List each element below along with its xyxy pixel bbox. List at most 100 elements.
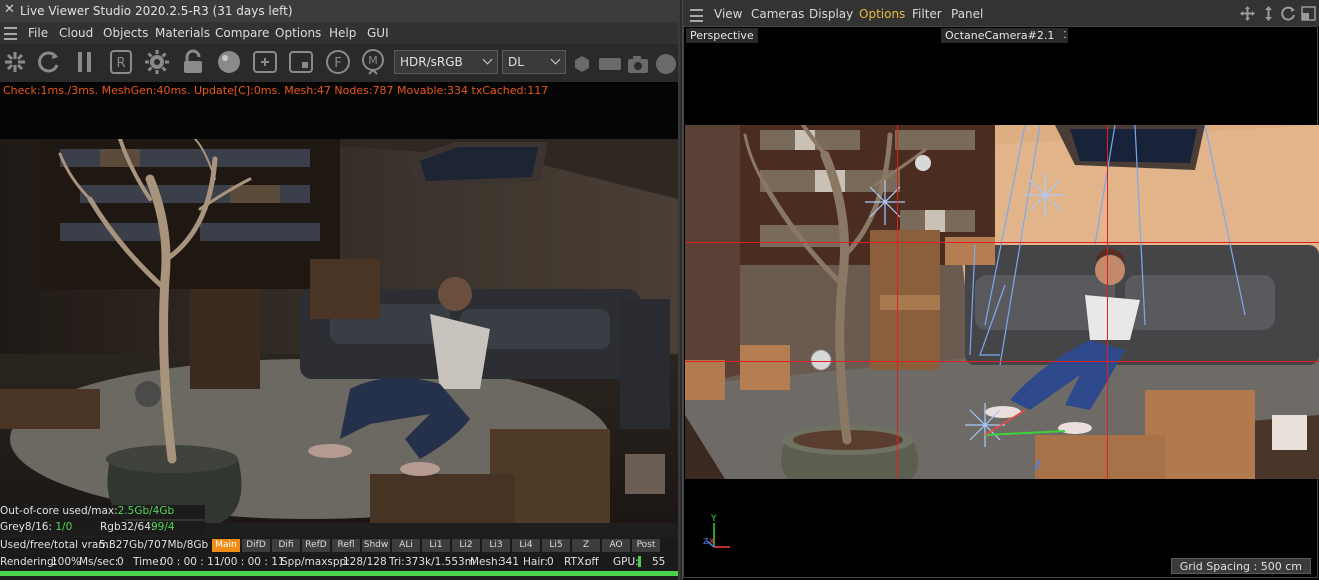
rendering-label: Rendering: [0, 556, 58, 568]
out-of-core-value: 2.5Gb/4Gb [117, 505, 175, 517]
menu-materials[interactable]: Materials [155, 26, 210, 40]
pass-button-refl[interactable]: Refl [332, 539, 360, 552]
maximize-view-icon[interactable] [1301, 6, 1316, 21]
vram-value: 5.827Gb/707Mb/8Gb [99, 539, 209, 551]
tri-value: 373k/1.553m [405, 556, 475, 568]
viewport-scene-render [685, 125, 1319, 479]
zoom-view-icon[interactable] [1261, 6, 1276, 21]
vp-menu-view[interactable]: View [714, 7, 742, 21]
gpu-value: 55 [652, 556, 666, 568]
clay-mode-icon[interactable] [288, 49, 314, 75]
pass-button-ao[interactable]: AO [602, 539, 630, 552]
window-title: Live Viewer Studio 2020.2.5-R3 (31 days … [20, 4, 293, 18]
refresh-icon[interactable] [36, 49, 62, 75]
vp-menu-cameras[interactable]: Cameras [751, 7, 804, 21]
pass-button-z[interactable]: Z [572, 539, 600, 552]
viewport-scene[interactable] [685, 125, 1319, 479]
add-region-icon[interactable] [252, 49, 278, 75]
axis-z-label: Z [703, 537, 709, 546]
texture-info: Grey8/16: 1/0 Rgb32/64: 99/4 [0, 521, 205, 535]
region-render-icon[interactable]: R [108, 49, 134, 75]
stats-line: Check:1ms./3ms. MeshGen:40ms. Update[C]:… [3, 84, 549, 97]
render-status-bar: Rendering: 100% Ms/sec: 0 Time: 00 : 00 … [0, 554, 678, 570]
rgb-value: 99/4 [151, 521, 175, 533]
menu-gui[interactable]: GUI [367, 26, 389, 40]
rect-icon[interactable] [598, 55, 622, 73]
hair-label: Hair: [523, 556, 548, 568]
hamburger-menu-icon[interactable] [690, 9, 703, 22]
lock-icon[interactable] [180, 49, 206, 75]
menu-compare[interactable]: Compare [215, 26, 269, 40]
rotate-view-icon[interactable] [1281, 6, 1296, 21]
grid-line-vertical [897, 125, 898, 479]
live-viewer-window: ✕ Live Viewer Studio 2020.2.5-R3 (31 day… [0, 0, 680, 580]
viewport-canvas[interactable]: Perspective OctaneCamera#2.1 ⁚ Y X Z Gri… [683, 26, 1319, 578]
live-viewer-titlebar: ✕ Live Viewer Studio 2020.2.5-R3 (31 day… [0, 0, 678, 23]
gpu-label: GPU: [613, 556, 639, 568]
menu-cloud[interactable]: Cloud [59, 26, 93, 40]
kernel-select[interactable]: DL [502, 50, 566, 74]
camera-name: OctaneCamera#2.1 [945, 29, 1055, 42]
camera-snapshot-icon[interactable] [627, 54, 649, 74]
svg-text:R: R [116, 56, 125, 71]
grid-spacing-indicator: Grid Spacing : 500 cm [1170, 558, 1311, 574]
vp-menu-panel[interactable]: Panel [951, 7, 983, 21]
settings-gear-icon[interactable] [144, 49, 170, 75]
rendered-scene [0, 139, 678, 523]
vp-menu-filter[interactable]: Filter [912, 7, 942, 21]
material-ball-icon[interactable] [216, 49, 242, 75]
viewport-panel: View Cameras Display Options Filter Pane… [682, 0, 1319, 580]
pass-button-post[interactable]: Post [632, 539, 660, 552]
pass-button-refd[interactable]: RefD [302, 539, 330, 552]
vp-menu-display[interactable]: Display [809, 7, 853, 21]
grid-spacing-text: Grid Spacing : 500 cm [1179, 560, 1302, 573]
pass-button-li2[interactable]: Li2 [452, 539, 480, 552]
out-of-core-label: Out-of-core used/max: [0, 505, 118, 517]
grid-line-horizontal [685, 242, 1319, 243]
pass-button-li1[interactable]: Li1 [422, 539, 450, 552]
hair-value: 0 [547, 556, 554, 568]
time-value: 00 : 00 : 11/00 : 00 : 11 [160, 556, 285, 568]
tonemap-select[interactable]: HDR/sRGB [394, 50, 498, 74]
hamburger-menu-icon[interactable] [4, 27, 17, 40]
pass-button-shdw[interactable]: Shdw [362, 539, 390, 552]
menu-options[interactable]: Options [275, 26, 321, 40]
close-icon[interactable]: ✕ [4, 2, 15, 17]
pass-button-difi[interactable]: Difi [272, 539, 300, 552]
menu-help[interactable]: Help [329, 26, 356, 40]
vp-menu-options[interactable]: Options [859, 7, 905, 21]
pause-icon[interactable] [72, 49, 98, 75]
svg-text:F: F [334, 56, 341, 71]
camera-label[interactable]: OctaneCamera#2.1 ⁚ [941, 28, 1069, 43]
mssec-label: Ms/sec: [79, 556, 119, 568]
chevron-down-icon [482, 54, 493, 65]
circle-icon[interactable] [655, 53, 677, 75]
pass-button-li5[interactable]: Li5 [542, 539, 570, 552]
gpu-meter [638, 556, 641, 567]
pass-button-li4[interactable]: Li4 [512, 539, 540, 552]
mssec-value: 0 [117, 556, 124, 568]
pass-button-main[interactable]: Main [212, 539, 240, 552]
rgb-label: Rgb32/64: [100, 521, 155, 533]
pin-send-icon[interactable] [2, 49, 28, 75]
tri-label: Tri: [389, 556, 405, 568]
marker-pin-icon[interactable]: M [360, 49, 386, 75]
spp-label: Spp/maxspp: [281, 556, 350, 568]
svg-text:M: M [368, 54, 378, 67]
move-view-icon[interactable] [1240, 6, 1255, 21]
grid-line-horizontal [685, 361, 1319, 362]
render-pass-bar: Used/free/total vram: 5.827Gb/707Mb/8Gb … [0, 538, 678, 553]
pass-button-ali[interactable]: ALi [392, 539, 420, 552]
view-mode-label[interactable]: Perspective [686, 28, 758, 43]
spp-value: 128/128 [343, 556, 387, 568]
film-f-icon[interactable]: F [325, 49, 351, 75]
sphere-icon[interactable] [573, 55, 591, 73]
mesh-value: 341 [499, 556, 520, 568]
pass-button-li3[interactable]: Li3 [482, 539, 510, 552]
menu-objects[interactable]: Objects [103, 26, 148, 40]
kernel-select-value: DL [508, 55, 524, 69]
menu-file[interactable]: File [28, 26, 48, 40]
live-viewer-menubar: File Cloud Objects Materials Compare Opt… [0, 22, 678, 44]
tonemap-select-value: HDR/sRGB [400, 55, 463, 69]
pass-button-difd[interactable]: DifD [242, 539, 270, 552]
